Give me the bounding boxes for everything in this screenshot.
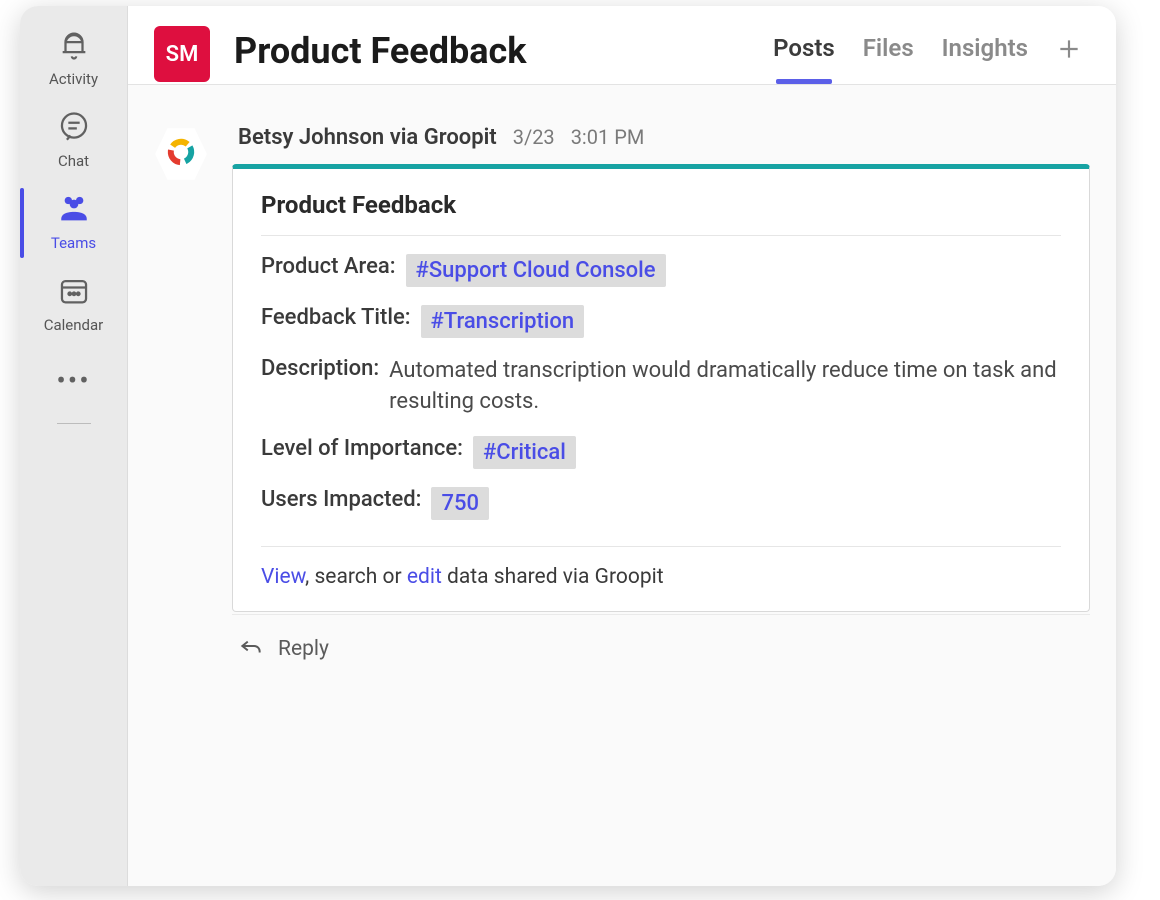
chat-icon [57, 110, 91, 148]
rail-label: Activity [49, 70, 98, 88]
rail-label: Calendar [44, 316, 104, 334]
link-edit[interactable]: edit [407, 565, 442, 589]
value-users-impacted[interactable]: 750 [431, 487, 489, 520]
post-meta: Betsy Johnson via Groopit 3/23 3:01 PM [232, 125, 1090, 150]
teams-icon [57, 192, 91, 230]
reply-button[interactable]: Reply [232, 614, 1090, 669]
row-product-area: Product Area: #Support Cloud Console [261, 236, 1061, 287]
card-title: Product Feedback [261, 191, 1061, 236]
tag-importance[interactable]: #Critical [473, 436, 576, 469]
bell-icon [57, 28, 91, 66]
rail-divider [57, 423, 91, 424]
channel-header: SM Product Feedback Posts Files Insights [128, 6, 1116, 85]
feedback-card: Product Feedback Product Area: #Support … [232, 164, 1090, 612]
rail-item-calendar[interactable]: Calendar [20, 264, 127, 346]
reply-label: Reply [278, 637, 329, 661]
main-area: SM Product Feedback Posts Files Insights [128, 6, 1116, 886]
post-date: 3/23 [513, 125, 555, 149]
footer-text-mid: , search or [305, 565, 407, 589]
rail-more-button[interactable]: ••• [56, 364, 90, 397]
app-window: Activity Chat Teams Calendar ••• SM Prod… [20, 6, 1116, 886]
groopit-icon [164, 135, 198, 173]
footer-text-tail: data shared via Groopit [442, 565, 664, 589]
tag-feedback-title[interactable]: #Transcription [421, 305, 585, 338]
tab-files[interactable]: Files [863, 34, 914, 84]
thread: Betsy Johnson via Groopit 3/23 3:01 PM P… [128, 85, 1116, 669]
post-time: 3:01 PM [571, 125, 645, 149]
reply-icon [238, 635, 264, 663]
channel-avatar: SM [154, 26, 210, 82]
label-users-impacted: Users Impacted: [261, 487, 421, 512]
channel-title: Product Feedback [234, 26, 773, 72]
rail-label: Teams [51, 234, 96, 252]
row-feedback-title: Feedback Title: #Transcription [261, 287, 1061, 338]
value-description: Automated transcription would dramatical… [389, 356, 1061, 418]
row-importance: Level of Importance: #Critical [261, 418, 1061, 469]
app-avatar [154, 127, 208, 181]
post-body: Betsy Johnson via Groopit 3/23 3:01 PM P… [232, 125, 1090, 669]
rail-item-chat[interactable]: Chat [20, 100, 127, 182]
link-view[interactable]: View [261, 565, 305, 589]
add-tab-button[interactable] [1056, 36, 1082, 62]
tab-bar: Posts Files Insights [773, 26, 1082, 84]
tag-product-area[interactable]: #Support Cloud Console [406, 254, 666, 287]
label-feedback-title: Feedback Title: [261, 305, 411, 330]
rail-label: Chat [58, 152, 89, 170]
row-description: Description: Automated transcription wou… [261, 338, 1061, 418]
label-description: Description: [261, 356, 379, 381]
post-author: Betsy Johnson via Groopit [238, 125, 497, 150]
post: Betsy Johnson via Groopit 3/23 3:01 PM P… [154, 125, 1090, 669]
row-users-impacted: Users Impacted: 750 [261, 469, 1061, 520]
left-rail: Activity Chat Teams Calendar ••• [20, 6, 128, 886]
calendar-icon [57, 274, 91, 312]
rail-item-activity[interactable]: Activity [20, 18, 127, 100]
rail-item-teams[interactable]: Teams [20, 182, 127, 264]
label-importance: Level of Importance: [261, 436, 463, 461]
tab-insights[interactable]: Insights [942, 34, 1028, 84]
label-product-area: Product Area: [261, 254, 396, 279]
card-footer: View, search or edit data shared via Gro… [261, 546, 1061, 589]
tab-posts[interactable]: Posts [773, 34, 835, 84]
